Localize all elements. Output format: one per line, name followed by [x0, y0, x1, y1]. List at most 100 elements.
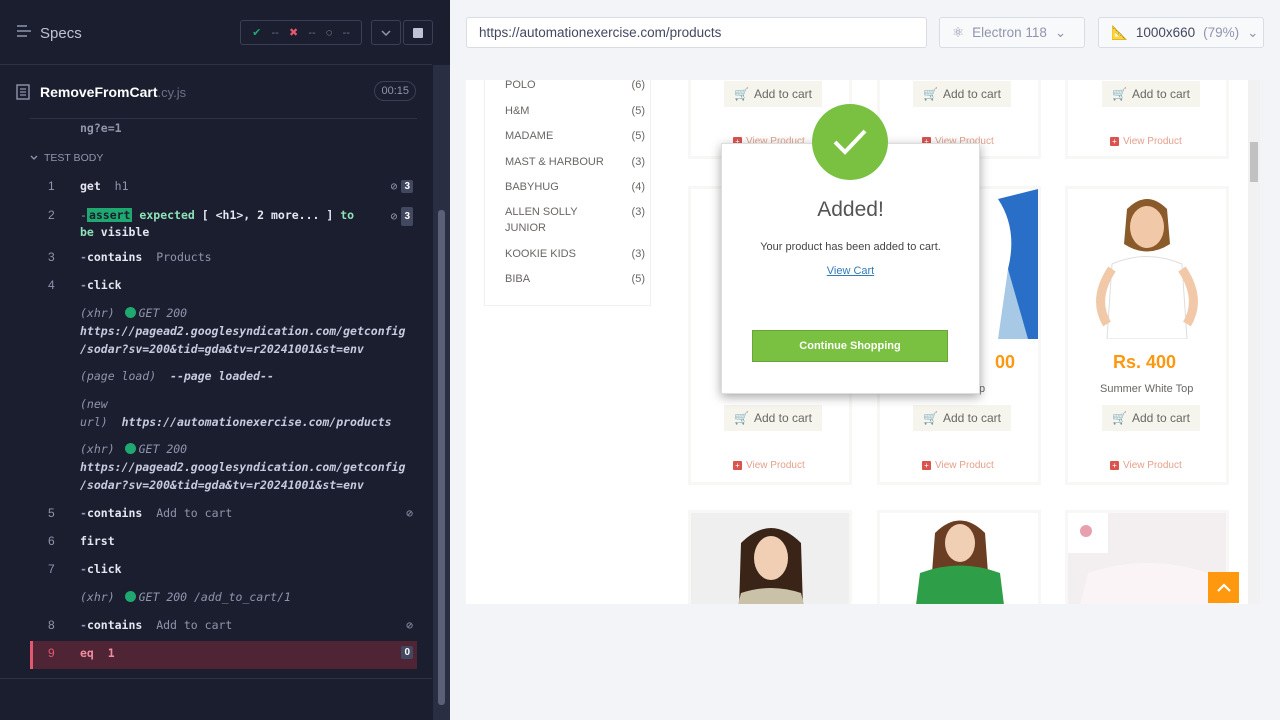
- pageload-log-entry[interactable]: (page load) --page loaded--: [80, 367, 415, 385]
- failed-icon: ✖: [288, 27, 299, 39]
- viewport-size: 1000x660: [1135, 25, 1196, 40]
- command-number: 4: [48, 278, 55, 292]
- reporter-scroll-thumb[interactable]: [438, 210, 445, 705]
- aut-panel: https://automationexercise.com/products …: [450, 0, 1280, 720]
- status-dot-icon: [124, 307, 136, 318]
- cart-icon: 🛒: [734, 87, 749, 101]
- product-image: [916, 520, 1004, 604]
- browser-selector[interactable]: ⚛ Electron 118 ⌄: [939, 17, 1085, 48]
- add-to-cart-button[interactable]: 🛒 Add to cart: [724, 405, 822, 431]
- assert-message: - assert expected [ <h1>, 2 more... ] to …: [80, 208, 355, 239]
- cart-icon: 🛒: [1112, 411, 1127, 425]
- brand-item[interactable]: POLO (6): [505, 80, 645, 93]
- eye-slash-icon: ⊘: [406, 618, 413, 632]
- xhr-log-entry[interactable]: (xhr) GET 200 /add_to_cart/1: [80, 588, 415, 606]
- brand-item[interactable]: MADAME (5): [505, 128, 645, 144]
- product-card: [1065, 510, 1229, 604]
- status-dot-icon: [124, 443, 136, 454]
- command-number: 3: [48, 250, 55, 264]
- add-to-cart-button[interactable]: 🛒 Add to cart: [1102, 405, 1200, 431]
- add-to-cart-button[interactable]: 🛒 Add to cart: [913, 81, 1011, 107]
- product-card: [1065, 186, 1229, 485]
- product-image: [1068, 513, 1216, 604]
- chevron-down-icon: [381, 29, 391, 36]
- product-image: [998, 189, 1038, 339]
- brand-item[interactable]: H&M (5): [505, 103, 645, 119]
- chevron-down-icon: ⌄: [1247, 24, 1259, 40]
- product-card: [877, 510, 1041, 604]
- xhr-log-entry[interactable]: (xhr) GET 200 https://pagead2.googlesyndi…: [80, 304, 415, 358]
- specs-toggle[interactable]: Specs: [16, 24, 82, 42]
- product-price: Rs. 400: [1113, 352, 1177, 372]
- brand-item[interactable]: ALLEN SOLLY JUNIOR (3): [505, 204, 645, 236]
- spec-name: RemoveFromCart: [40, 84, 158, 100]
- command-name: eq 1: [80, 646, 115, 660]
- pending-icon: ◌: [325, 26, 333, 39]
- url-bar[interactable]: https://automationexercise.com/products: [466, 17, 927, 48]
- document-icon: [16, 84, 30, 100]
- element-count-badge: 3: [401, 207, 413, 226]
- brand-item[interactable]: MAST & HARBOUR (3): [505, 154, 645, 170]
- modal-title: Added!: [817, 198, 884, 221]
- reporter-header: Specs ✔ -- ✖ -- ◌ --: [0, 0, 433, 65]
- command-number: 6: [48, 534, 55, 548]
- pending-count: --: [342, 26, 350, 39]
- product-price: 00: [995, 352, 1016, 372]
- passed-count: --: [271, 26, 279, 39]
- chevron-down-icon: ⌄: [1054, 24, 1067, 40]
- command-name: -click: [80, 278, 122, 292]
- xhr-log-entry[interactable]: (xhr) GET 200 https://pagead2.googlesyndi…: [80, 440, 415, 494]
- specs-label: Specs: [40, 24, 82, 42]
- plus-icon: +: [922, 461, 931, 470]
- command-number: 9: [48, 646, 55, 660]
- test-stats: ✔ -- ✖ -- ◌ --: [240, 20, 362, 45]
- command-name: get h1: [80, 179, 129, 193]
- stop-button[interactable]: [403, 20, 433, 45]
- brand-item[interactable]: KOOKIE KIDS (3): [505, 246, 645, 262]
- failed-count: --: [308, 26, 316, 39]
- continue-shopping-button[interactable]: Continue Shopping: [752, 330, 948, 362]
- cart-icon: 🛒: [1112, 87, 1127, 101]
- hidden-elements-indicator: ⊘ 3: [390, 179, 413, 193]
- hidden-elements-indicator: ⊘ 3: [390, 207, 413, 226]
- add-to-cart-button[interactable]: 🛒 Add to cart: [724, 81, 822, 107]
- brand-item[interactable]: BIBA (5): [505, 271, 645, 287]
- view-product-link[interactable]: + View Product: [1110, 460, 1182, 471]
- brands-panel: POLO (6) H&M (5) MADAME (5) MAST & HARBOUR(…: [484, 80, 651, 306]
- chevron-up-icon: [1216, 583, 1231, 592]
- plus-icon: +: [1110, 461, 1119, 470]
- command-number: 5: [48, 506, 55, 520]
- cart-icon: 🛒: [923, 87, 938, 101]
- eye-slash-icon: ⊘: [406, 506, 413, 520]
- element-count-badge: 0: [401, 646, 413, 659]
- product-name: Summer White Top: [1100, 383, 1194, 395]
- command-name: first: [80, 534, 115, 548]
- brand-item[interactable]: BABYHUG (4): [505, 179, 645, 195]
- command-name: -click: [80, 562, 122, 576]
- newurl-log-entry[interactable]: (new url) https://automationexercise.com…: [80, 395, 415, 431]
- chevron-down-button[interactable]: [371, 20, 401, 45]
- command-name: -contains Add to cart: [80, 506, 233, 520]
- viewport-info[interactable]: 📐 1000x660 (79%) ⌄: [1098, 17, 1264, 48]
- add-to-cart-button[interactable]: 🛒 Add to cart: [913, 405, 1011, 431]
- product-card: [688, 510, 852, 604]
- eye-slash-icon: ⊘: [390, 209, 398, 223]
- product-image: [738, 528, 804, 604]
- element-count-badge: 3: [401, 179, 413, 193]
- cart-icon: 🛒: [734, 411, 749, 425]
- view-cart-link[interactable]: View Cart: [721, 265, 980, 277]
- view-product-link[interactable]: + View Product: [733, 460, 805, 471]
- spec-duration: 00:15: [374, 81, 416, 101]
- command-number: 7: [48, 562, 55, 576]
- command-name: -contains Add to cart: [80, 618, 233, 632]
- add-to-cart-button[interactable]: 🛒 Add to cart: [1102, 81, 1200, 107]
- view-product-link[interactable]: + View Product: [1110, 136, 1182, 147]
- iframe-scroll-thumb[interactable]: [1250, 142, 1258, 182]
- ruler-icon: 📐: [1111, 24, 1128, 40]
- scroll-up-button[interactable]: [1208, 572, 1239, 603]
- spec-file-row[interactable]: RemoveFromCart .cy.js 00:15: [16, 80, 418, 104]
- plus-icon: +: [733, 461, 742, 470]
- view-product-link[interactable]: + View Product: [922, 460, 994, 471]
- eye-slash-icon: ⊘: [390, 179, 398, 193]
- spec-ext: .cy.js: [157, 84, 187, 100]
